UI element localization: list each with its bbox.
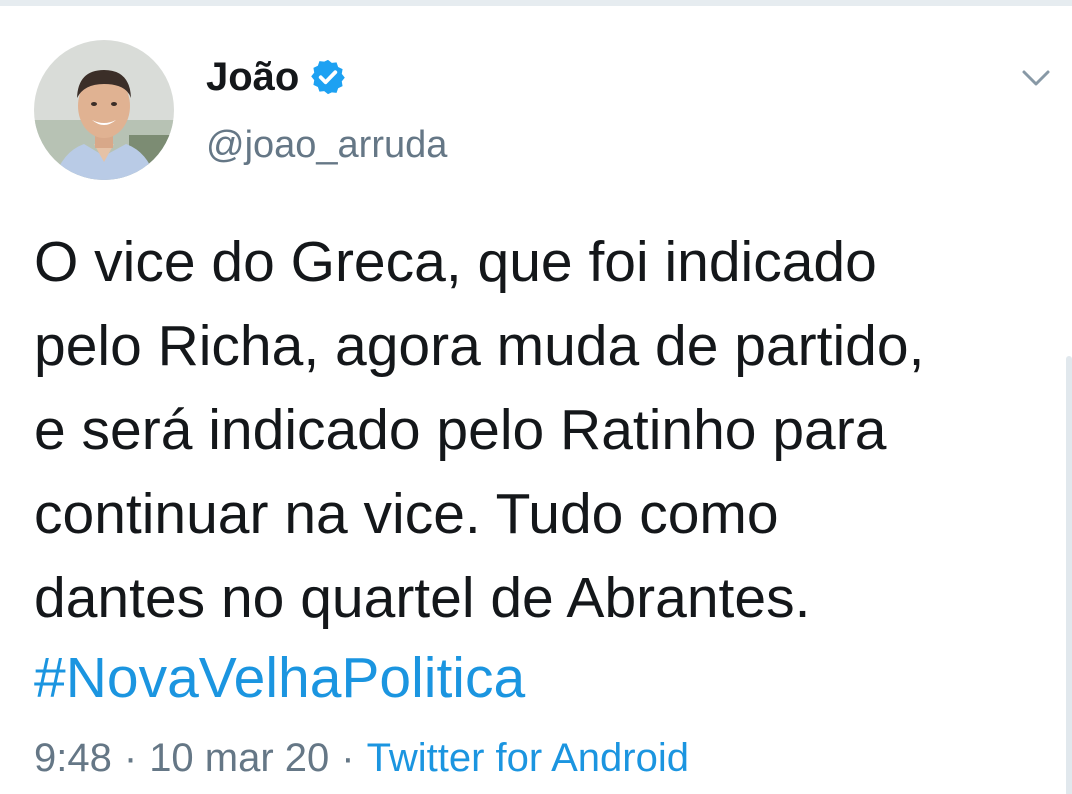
hashtag-link[interactable]: #NovaVelhaPolitica [34,636,525,720]
tweet-detail: João @joao_arruda O vice do Greca, que f… [0,0,1072,794]
display-name[interactable]: João [206,54,299,100]
chevron-down-icon [1022,70,1050,86]
tweet-date[interactable]: 10 mar 20 [149,730,329,786]
tweet-text: O vice do Greca, que foi indicado pelo R… [34,230,925,630]
tweet-source-link[interactable]: Twitter for Android [367,730,689,786]
tweet-meta: 9:48 · 10 mar 20 · Twitter for Android [34,730,689,786]
scrollbar[interactable] [1066,356,1072,794]
avatar-photo [34,40,174,180]
tweet-time[interactable]: 9:48 [34,730,112,786]
username[interactable]: @joao_arruda [206,122,447,168]
meta-separator: · [341,736,355,780]
display-name-row[interactable]: João [206,54,347,100]
meta-separator: · [123,736,138,780]
tweet-options-button[interactable] [1014,58,1058,98]
top-divider [0,0,1072,6]
verified-badge-icon [309,58,347,96]
avatar[interactable] [34,40,174,180]
